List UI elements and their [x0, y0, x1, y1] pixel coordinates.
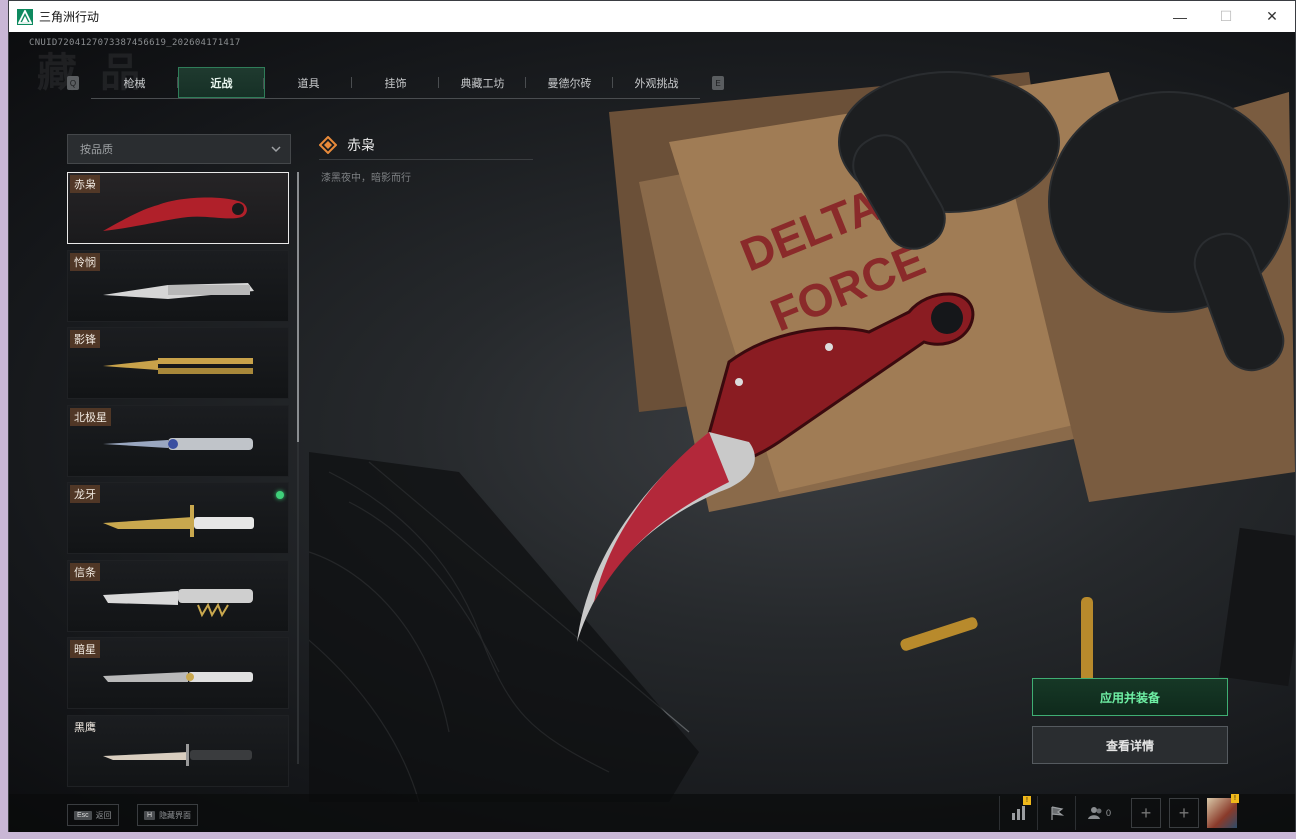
game-window: 三角洲行动 — ☐ ✕ DELTA FORCE CNUID72041270733… [8, 0, 1296, 832]
filter-value: 按品质 [80, 144, 113, 156]
bullets-decoration [900, 597, 1093, 687]
folding-knife-thumbnail-icon [103, 282, 254, 299]
add-slot-button-2[interactable]: + [1169, 798, 1199, 828]
tab-right-key-hint: E [712, 76, 724, 90]
stats-button[interactable]: ! [999, 796, 1037, 830]
back-label: 返回 [95, 810, 112, 820]
avatar-notification-badge: ! [1231, 794, 1239, 803]
hide-ui-hint-button[interactable]: H 隐藏界面 [137, 804, 199, 826]
list-item-heiying[interactable]: 黑鹰 [67, 714, 289, 787]
chevron-down-icon [271, 146, 281, 153]
equipped-indicator [276, 491, 284, 499]
tab-charms[interactable]: 挂饰 [352, 67, 439, 98]
quality-filter-select[interactable]: 按品质 [67, 134, 291, 164]
item-name: 龙牙 [70, 485, 100, 503]
tab-left-key-hint: Q [67, 76, 79, 90]
item-detail-title: 赤枭 [347, 136, 375, 153]
tab-firearms[interactable]: 枪械 [91, 67, 178, 98]
flag-icon [1050, 806, 1064, 820]
player-avatar[interactable]: ! [1207, 794, 1239, 828]
close-button[interactable]: ✕ [1249, 1, 1295, 32]
tab-appearance-challenge[interactable]: 外观挑战 [613, 67, 700, 98]
flag-button[interactable] [1037, 796, 1075, 830]
tab-props[interactable]: 道具 [265, 67, 352, 98]
list-item-yingfeng[interactable]: 影锋 [67, 327, 289, 399]
item-name: 赤枭 [70, 175, 100, 193]
friends-icon [1087, 807, 1102, 819]
tab-collection-workshop[interactable]: 典藏工坊 [439, 67, 526, 98]
item-name: 暗星 [70, 640, 100, 658]
serrated-knife-thumbnail-icon [103, 588, 253, 617]
tab-mandel-bricks[interactable]: 曼德尔砖 [526, 67, 613, 98]
category-tabbar: Q 枪械 近战 道具 挂饰 典藏工坊 曼德尔砖 外观挑战 E [67, 67, 724, 99]
list-item-longya[interactable]: 龙牙 [67, 482, 289, 554]
item-name: 怜悯 [70, 252, 100, 271]
bottom-right-icons: ! 0 + + ! [999, 794, 1239, 830]
tanto-thumbnail-icon [103, 672, 253, 682]
list-item-lianmin[interactable]: 怜悯 [67, 249, 289, 322]
window-title: 三角洲行动 [39, 10, 100, 24]
melee-item-list: 赤枭 怜悯 影锋 北极星 龙牙 信条 暗星 黑鹰 [67, 172, 291, 792]
maximize-button[interactable]: ☐ [1203, 1, 1249, 32]
bayonet-thumbnail-icon [103, 505, 254, 537]
window-controls: — ☐ ✕ [1157, 1, 1295, 32]
hide-ui-label: 隐藏界面 [159, 810, 192, 820]
category-tabs: 枪械 近战 道具 挂饰 典藏工坊 曼德尔砖 外观挑战 [91, 67, 700, 99]
list-item-anxing[interactable]: 暗星 [67, 637, 289, 709]
list-scrollbar[interactable] [297, 172, 299, 764]
apply-equip-button[interactable]: 应用并装备 [1032, 678, 1228, 716]
title-bar: 三角洲行动 — ☐ ✕ [9, 1, 1295, 32]
item-detail-description: 漆黑夜中，暗影而行 [321, 173, 411, 184]
item-detail-header: 赤枭 [319, 130, 533, 160]
notification-badge: ! [1023, 796, 1031, 805]
item-name: 信条 [70, 562, 100, 581]
friends-button[interactable]: 0 [1075, 796, 1123, 830]
friend-count: 0 [1105, 808, 1111, 818]
app-logo-icon [17, 8, 33, 25]
magazine-decoration [1218, 527, 1295, 687]
scrollbar-thumb[interactable] [297, 172, 299, 442]
item-name: 黑鹰 [74, 721, 96, 734]
quality-diamond-icon [319, 135, 337, 154]
stiletto-thumbnail-icon [103, 437, 253, 450]
bar-chart-icon [1011, 806, 1025, 820]
list-item-beijixing[interactable]: 北极星 [67, 404, 289, 477]
h-key-label: H [144, 810, 156, 820]
tab-melee[interactable]: 近战 [178, 67, 265, 98]
butterfly-knife-thumbnail-icon [103, 358, 253, 374]
bottom-bar: Esc 返回 H 隐藏界面 ! 0 + + ! [9, 794, 1295, 832]
item-name: 影锋 [70, 330, 100, 348]
back-hint-button[interactable]: Esc 返回 [67, 804, 119, 826]
view-detail-button[interactable]: 查看详情 [1032, 726, 1228, 764]
list-item-xintiao[interactable]: 信条 [67, 559, 289, 632]
minimize-button[interactable]: — [1157, 1, 1203, 32]
add-slot-button-1[interactable]: + [1131, 798, 1161, 828]
combat-knife-thumbnail-icon [103, 743, 252, 766]
esc-key-label: Esc [74, 810, 92, 820]
list-item-chixiao[interactable]: 赤枭 [67, 172, 289, 244]
game-stage: DELTA FORCE CNUID7204127073387456619_202… [9, 32, 1295, 832]
karambit-thumbnail-icon [103, 197, 247, 231]
